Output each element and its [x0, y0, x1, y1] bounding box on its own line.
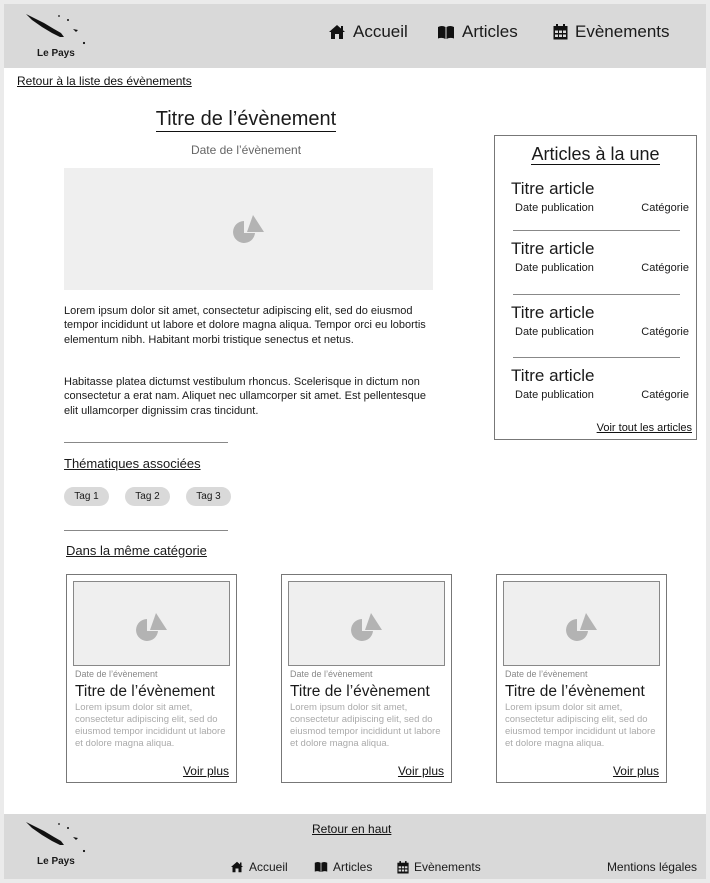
article-title: Titre article: [511, 366, 595, 385]
event-paragraph: Habitasse platea dictumst vestibulum rho…: [64, 376, 426, 417]
book-icon: [438, 25, 454, 39]
event-paragraph: Lorem ipsum dolor sit amet, consectetur …: [64, 305, 426, 346]
card-image: [503, 581, 660, 666]
sidebar-title: Articles à la une: [495, 144, 696, 165]
event-title: Titre de l’évènement: [64, 108, 428, 132]
header: Le Pays Accueil Articles Evènements: [4, 4, 706, 68]
footer-nav-evenements[interactable]: Evènements: [397, 860, 481, 874]
calendar-icon: [397, 860, 409, 873]
card-image: [288, 581, 445, 666]
back-to-top-link[interactable]: Retour en haut: [312, 822, 391, 836]
nav-label: Accueil: [353, 22, 408, 41]
book-icon: [314, 861, 328, 873]
divider: [513, 357, 680, 358]
footer-nav-label: Accueil: [249, 860, 288, 874]
event-card[interactable]: Date de l’évènement Titre de l’évènement…: [281, 574, 452, 783]
home-icon: [329, 25, 345, 39]
image-placeholder-icon: [351, 613, 382, 641]
nav-articles[interactable]: Articles: [437, 22, 518, 42]
card-date: Date de l’évènement: [75, 669, 158, 679]
featured-article[interactable]: Titre article Date publication Catégorie: [511, 179, 689, 214]
article-title: Titre article: [511, 239, 595, 258]
card-excerpt: Lorem ipsum dolor sit amet, consectetur …: [505, 702, 656, 749]
themes-title: Thématiques associées: [64, 456, 201, 471]
article-date: Date publication: [515, 326, 594, 338]
card-image: [73, 581, 230, 666]
footer-nav-articles[interactable]: Articles: [314, 860, 372, 874]
card-more-link[interactable]: Voir plus: [613, 764, 659, 778]
divider: [64, 442, 228, 443]
image-placeholder-icon: [233, 215, 264, 243]
article-date: Date publication: [515, 202, 594, 214]
article-category: Catégorie: [641, 389, 689, 401]
divider: [64, 530, 228, 531]
divider: [513, 294, 680, 295]
calendar-icon: [553, 24, 568, 40]
page: Le Pays Accueil Articles Evènements Reto…: [4, 4, 706, 879]
card-title: Titre de l’évènement: [75, 683, 215, 700]
tag-chip[interactable]: Tag 1: [64, 487, 109, 506]
nav-evenements[interactable]: Evènements: [553, 22, 670, 42]
footer-nav-label: Articles: [333, 860, 373, 874]
event-card[interactable]: Date de l’évènement Titre de l’évènement…: [496, 574, 667, 783]
card-excerpt: Lorem ipsum dolor sit amet, consectetur …: [75, 702, 226, 749]
logo-text: Le Pays: [37, 856, 75, 867]
image-placeholder-icon: [136, 613, 167, 641]
article-category: Catégorie: [641, 262, 689, 274]
back-to-events-link[interactable]: Retour à la liste des évènements: [17, 74, 192, 88]
nav-label: Articles: [462, 22, 518, 41]
event-title-text: Titre de l’évènement: [155, 108, 337, 132]
featured-article[interactable]: Titre article Date publication Catégorie: [511, 239, 689, 274]
divider: [513, 230, 680, 231]
article-date: Date publication: [515, 389, 594, 401]
home-icon: [231, 861, 243, 873]
event-image: [64, 168, 433, 290]
footer-nav-accueil[interactable]: Accueil: [230, 860, 288, 874]
tag-chip[interactable]: Tag 2: [125, 487, 170, 506]
featured-article[interactable]: Titre article Date publication Catégorie: [511, 366, 689, 401]
article-date: Date publication: [515, 262, 594, 274]
legal-notice-link[interactable]: Mentions légales: [607, 860, 697, 874]
see-all-articles-link[interactable]: Voir tout les articles: [597, 422, 692, 434]
card-date: Date de l’évènement: [505, 669, 588, 679]
related-title: Dans la même catégorie: [66, 543, 207, 558]
article-title: Titre article: [511, 303, 595, 322]
island-map-icon: [26, 822, 86, 853]
card-excerpt: Lorem ipsum dolor sit amet, consectetur …: [290, 702, 441, 749]
event-card[interactable]: Date de l’évènement Titre de l’évènement…: [66, 574, 237, 783]
event-date: Date de l’évènement: [190, 143, 302, 157]
island-map-icon: [26, 14, 86, 45]
tag-chip[interactable]: Tag 3: [186, 487, 231, 506]
sidebar-title-text: Articles à la une: [531, 144, 660, 165]
image-placeholder-icon: [566, 613, 597, 641]
footer: Le Pays Retour en haut Accueil Articles: [4, 814, 706, 879]
card-title: Titre de l’évènement: [290, 683, 430, 700]
featured-article[interactable]: Titre article Date publication Catégorie: [511, 303, 689, 338]
article-category: Catégorie: [641, 326, 689, 338]
featured-articles: Articles à la une Titre article Date pub…: [494, 135, 697, 440]
nav-accueil[interactable]: Accueil: [328, 22, 408, 42]
footer-logo[interactable]: Le Pays: [24, 818, 94, 872]
article-title: Titre article: [511, 179, 595, 198]
card-more-link[interactable]: Voir plus: [398, 764, 444, 778]
footer-nav-label: Evènements: [414, 860, 481, 874]
article-category: Catégorie: [641, 202, 689, 214]
card-date: Date de l’évènement: [290, 669, 373, 679]
logo-text: Le Pays: [37, 48, 75, 59]
card-title: Titre de l’évènement: [505, 683, 645, 700]
nav-label: Evènements: [575, 22, 670, 41]
logo[interactable]: Le Pays: [24, 10, 94, 64]
card-more-link[interactable]: Voir plus: [183, 764, 229, 778]
tag-list: Tag 1 Tag 2 Tag 3: [64, 487, 231, 506]
